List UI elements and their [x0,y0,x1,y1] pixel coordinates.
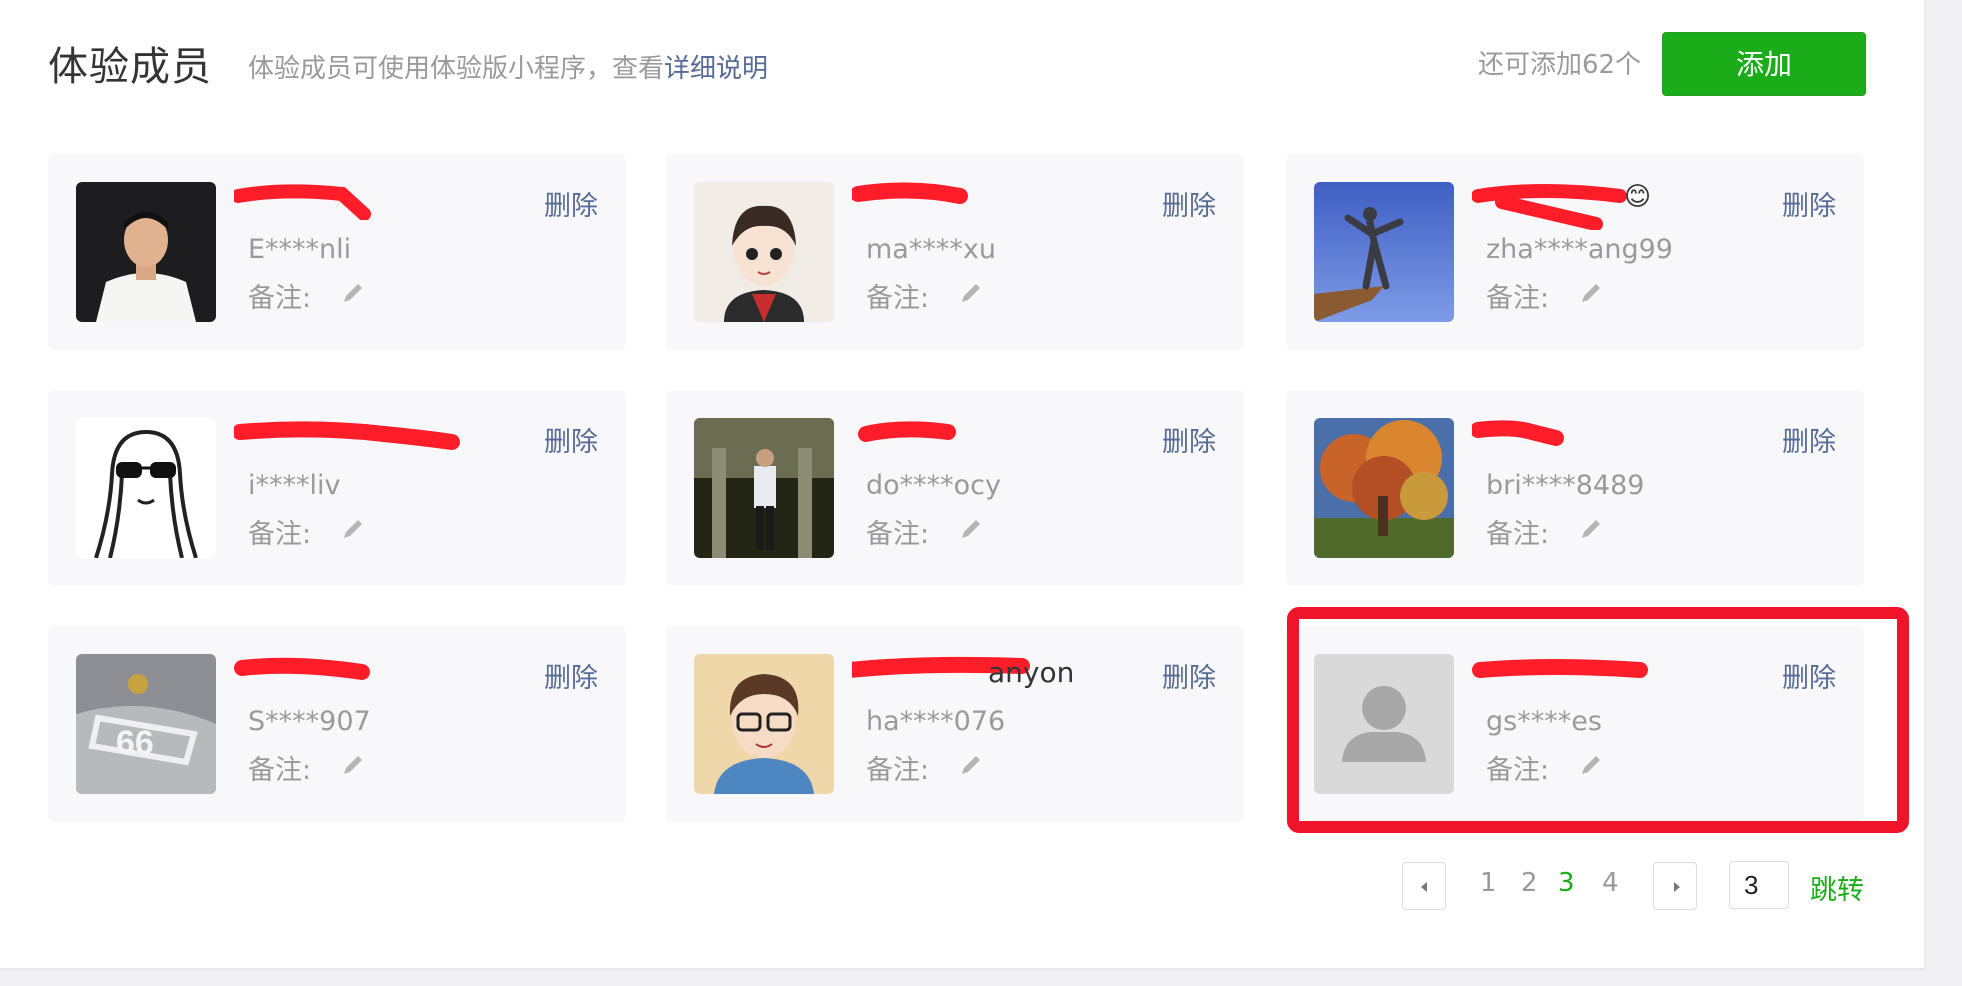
pencil-icon[interactable] [956,514,986,544]
member-nickname: 😊 [1624,182,1652,212]
remark-label: 备注: [248,755,312,786]
remark-label: 备注: [866,519,930,550]
redaction-scribble [852,182,968,204]
pencil-icon[interactable] [1576,514,1606,544]
delete-button[interactable]: 删除 [1162,420,1216,459]
svg-text:66: 66 [116,724,154,762]
member-account: ma****xu [866,234,996,265]
caret-left-icon [1421,882,1427,892]
quota-text: 还可添加62个 [1478,50,1642,80]
delete-button[interactable]: 删除 [1162,184,1216,223]
delete-button[interactable]: 删除 [1782,656,1836,695]
details-link[interactable]: 详细说明 [664,54,768,84]
page-2[interactable]: 2 [1521,868,1538,898]
member-account: do****ocy [866,470,1001,501]
member-account: gs****es [1486,706,1602,737]
member-account: zha****ang99 [1486,234,1673,265]
remark-label: 备注: [248,519,312,550]
page-jump-input[interactable] [1729,861,1789,909]
member-card: gs****es 备注: 删除 [1286,626,1864,822]
pencil-icon[interactable] [956,750,986,780]
member-account: S****907 [248,706,371,737]
member-avatar [76,182,216,322]
pencil-icon[interactable] [1576,750,1606,780]
pencil-icon[interactable] [338,278,368,308]
member-avatar [1314,418,1454,558]
delete-button[interactable]: 删除 [1162,656,1216,695]
member-avatar [76,418,216,558]
pencil-icon[interactable] [956,278,986,308]
remark-label: 备注: [1486,755,1550,786]
prev-page-button[interactable] [1402,862,1446,910]
add-member-button[interactable]: 添加 [1662,32,1866,96]
redaction-scribble [858,421,956,442]
member-card: E****nli 备注: 删除 [48,154,626,350]
pencil-icon[interactable] [338,750,368,780]
member-account: i****liv [248,470,341,501]
default-user-icon [1314,654,1454,794]
redaction-scribble [1472,184,1627,230]
next-page-button[interactable] [1653,862,1697,910]
remark-label: 备注: [1486,519,1550,550]
delete-button[interactable]: 删除 [544,656,598,695]
description-text: 体验成员可使用体验版小程序，查看 [248,54,665,84]
redaction-scribble [1472,659,1648,678]
member-card: ma****xu 备注: 删除 [666,154,1244,350]
member-card: i****liv 备注: 删除 [48,390,626,586]
member-account: bri****8489 [1486,470,1645,501]
member-account: ha****076 [866,706,1006,737]
delete-button[interactable]: 删除 [1782,184,1836,223]
pencil-icon[interactable] [338,514,368,544]
redaction-scribble [234,421,460,450]
member-avatar: 66 [76,654,216,794]
member-card: anyon ha****076 备注: 删除 [666,626,1244,822]
page-title: 体验成员 [48,44,212,90]
member-nickname: anyon [988,656,1075,689]
remark-label: 备注: [1486,283,1550,314]
delete-button[interactable]: 删除 [544,184,598,223]
redaction-scribble [234,657,370,680]
members-panel: 体验成员 体验成员可使用体验版小程序，查看详细说明 还可添加62个 添加 E**… [0,0,1926,970]
member-avatar [694,182,834,322]
delete-button[interactable]: 删除 [544,420,598,459]
member-avatar [1314,182,1454,322]
caret-right-icon [1674,882,1680,892]
redaction-scribble [1472,420,1564,446]
remark-label: 备注: [866,755,930,786]
member-avatar [694,418,834,558]
pencil-icon[interactable] [1576,278,1606,308]
redaction-scribble [234,184,371,220]
remark-label: 备注: [248,283,312,314]
page-description: 体验成员可使用体验版小程序，查看详细说明 [248,48,768,85]
member-card: 66 S****907 备注: 删除 [48,626,626,822]
delete-button[interactable]: 删除 [1782,420,1836,459]
jump-button[interactable]: 跳转 [1810,868,1864,907]
member-card: bri****8489 备注: 删除 [1286,390,1864,586]
page-4[interactable]: 4 [1602,868,1619,898]
member-avatar [694,654,834,794]
member-card: do****ocy 备注: 删除 [666,390,1244,586]
member-card: 😊 zha****ang99 备注: 删除 [1286,154,1864,350]
remark-label: 备注: [866,283,930,314]
page-3-current[interactable]: 3 [1558,868,1575,898]
page-1[interactable]: 1 [1480,868,1497,898]
member-account: E****nli [248,234,352,265]
